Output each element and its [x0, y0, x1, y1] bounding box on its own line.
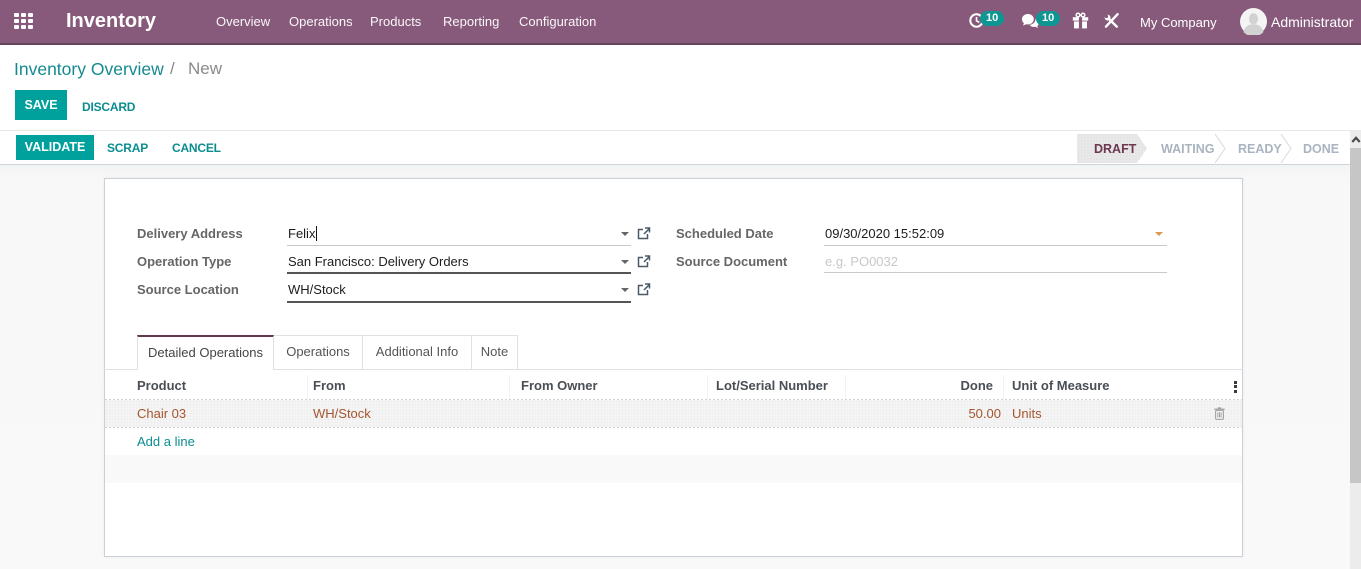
svg-text:DRAFT: DRAFT — [1094, 142, 1137, 156]
svg-text:WAITING: WAITING — [1161, 142, 1214, 156]
svg-text:DONE: DONE — [1303, 142, 1339, 156]
svg-text:READY: READY — [1238, 142, 1282, 156]
